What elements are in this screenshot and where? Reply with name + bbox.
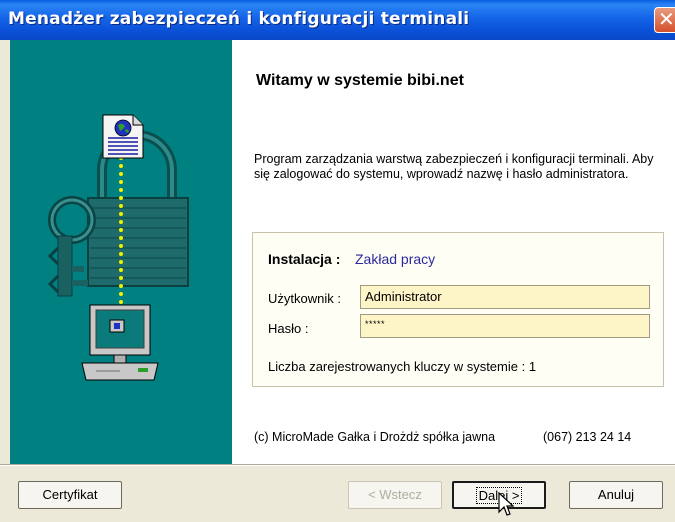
- document-globe-icon: [102, 114, 144, 159]
- username-label: Użytkownik :: [268, 291, 341, 306]
- page-title: Witamy w systemie bibi.net: [256, 72, 464, 89]
- wizard-window: Menadżer zabezpieczeń i konfiguracji ter…: [0, 0, 675, 522]
- phone-number: (067) 213 24 14: [543, 430, 632, 444]
- username-field[interactable]: Administrator: [360, 285, 650, 309]
- login-groupbox: Instalacja : Zakład pracy Użytkownik : A…: [252, 232, 664, 387]
- padlock-keys-icon: [47, 130, 189, 297]
- certificate-button[interactable]: Certyfikat: [18, 481, 122, 509]
- certificate-button-label: Certyfikat: [42, 487, 98, 502]
- password-label: Hasło :: [268, 321, 309, 336]
- cancel-button[interactable]: Anuluj: [569, 481, 663, 509]
- close-icon: ✕: [658, 7, 675, 31]
- installation-value: Zakład pracy: [355, 251, 436, 267]
- title-bar: Menadżer zabezpieczeń i konfiguracji ter…: [0, 0, 675, 40]
- registered-keys-text: Liczba zarejestrowanych kluczy w systemi…: [268, 359, 537, 374]
- window-title: Menadżer zabezpieczeń i konfiguracji ter…: [8, 9, 470, 29]
- installation-label: Instalacja :: [268, 251, 341, 267]
- separator: [0, 464, 675, 466]
- back-button[interactable]: < Wstecz: [348, 481, 442, 509]
- content-panel: Witamy w systemie bibi.net Program zarzą…: [232, 40, 675, 464]
- back-button-label: < Wstecz: [368, 487, 422, 502]
- description-text: Program zarządzania warstwą zabezpieczeń…: [254, 152, 654, 181]
- security-illustration: [47, 114, 189, 381]
- mouse-pointer-icon: [498, 492, 514, 516]
- computer-icon: [81, 304, 159, 381]
- sidebar-illustration-panel: [10, 40, 232, 464]
- cancel-button-label: Anuluj: [597, 487, 635, 502]
- copyright-text: (c) MicroMade Gałka i Drożdż spółka jawn…: [254, 430, 496, 444]
- password-field[interactable]: *****: [360, 314, 650, 338]
- close-button[interactable]: ✕: [654, 7, 675, 33]
